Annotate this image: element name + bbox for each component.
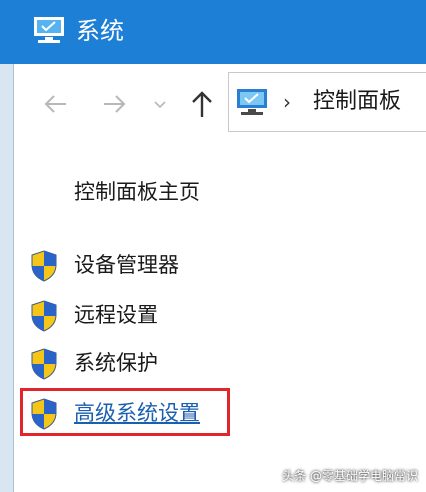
- arrow-up-icon[interactable]: [188, 88, 216, 120]
- arrow-left-icon[interactable]: [42, 90, 70, 118]
- shield-icon: [31, 300, 57, 332]
- breadcrumb-separator: ›: [283, 90, 291, 114]
- sidebar-item-label: 系统保护: [74, 351, 158, 375]
- window-title: 系统: [76, 17, 124, 45]
- shield-icon: [31, 250, 57, 282]
- watermark: 头条 @零基础学电脑常识: [282, 469, 418, 483]
- breadcrumb-control-panel[interactable]: 控制面板: [313, 87, 401, 117]
- arrow-right-icon[interactable]: [100, 90, 128, 118]
- chevron-down-icon[interactable]: [152, 96, 168, 112]
- shield-icon: [31, 348, 57, 380]
- sidebar-item-system-protection[interactable]: 系统保护: [30, 346, 290, 382]
- title-bar: 系统: [0, 0, 426, 64]
- sidebar-item-label: 远程设置: [74, 303, 158, 327]
- computer-icon: [237, 89, 267, 115]
- sidebar-item-device-manager[interactable]: 设备管理器: [30, 248, 290, 284]
- address-bar[interactable]: › 控制面板: [228, 72, 426, 132]
- window-left-frame: [0, 64, 14, 492]
- sidebar-item-label: 设备管理器: [74, 253, 179, 277]
- sidebar-item-remote-settings[interactable]: 远程设置: [30, 298, 290, 334]
- highlight-box: [20, 388, 230, 436]
- control-panel-home-link[interactable]: 控制面板主页: [74, 177, 200, 207]
- computer-icon: [34, 17, 64, 43]
